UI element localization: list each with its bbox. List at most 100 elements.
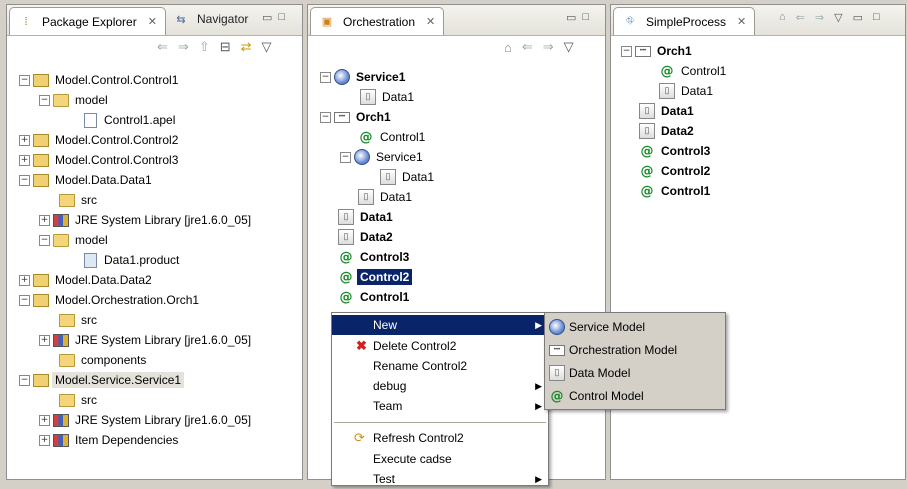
submenu-arrow-icon: ▶ — [535, 319, 542, 330]
expand-icon[interactable]: + — [19, 154, 30, 166]
back-icon[interactable]: ⇐ — [157, 39, 168, 55]
tree-item[interactable]: + Model.Control.Control2 — [19, 130, 181, 150]
forward-icon[interactable]: ⇒ — [815, 11, 824, 24]
home-icon[interactable]: ⌂ — [504, 40, 512, 55]
menu-item-label: Orchestration Model — [569, 343, 678, 357]
menu-item-test[interactable]: Test ▶ — [332, 469, 548, 489]
view-menu-icon[interactable]: ▽ — [564, 39, 574, 55]
expand-icon[interactable]: + — [39, 214, 50, 226]
tree-item[interactable]: + Model.Data.Data2 — [19, 270, 155, 290]
collapse-icon[interactable]: − — [621, 45, 632, 57]
expand-icon[interactable]: + — [39, 334, 50, 346]
tree-item[interactable]: − model — [39, 90, 111, 110]
menu-item-control-model[interactable]: @ Control Model — [545, 385, 725, 407]
expand-icon[interactable]: + — [19, 134, 30, 146]
tree-item[interactable]: ▯ Data2 — [338, 227, 396, 247]
package-explorer-toolbar: ⇐ ⇒ ⇧ ⊟ ⇄ ▽ — [7, 36, 302, 60]
close-icon[interactable]: ✕ — [426, 15, 435, 28]
tree-item[interactable]: ▯ Data1 — [358, 187, 415, 207]
menu-item-execute-cadse[interactable]: Execute cadse — [332, 449, 548, 469]
tree-item-selected[interactable]: − Model.Service.Service1 — [19, 370, 185, 390]
expand-icon[interactable]: + — [39, 414, 50, 426]
collapse-icon[interactable]: − — [39, 94, 50, 106]
tree-item[interactable]: + Item Dependencies — [39, 430, 181, 450]
minimize-icon[interactable]: ▭ — [262, 11, 272, 24]
menu-item-refresh[interactable]: ⟳ Refresh Control2 — [332, 428, 548, 448]
tree-item[interactable]: @ Control3 — [639, 141, 713, 161]
collapse-icon[interactable]: − — [19, 74, 30, 86]
maximize-icon[interactable]: □ — [278, 11, 285, 24]
tree-item[interactable]: − Model.Data.Data1 — [19, 170, 155, 190]
collapse-icon[interactable]: − — [19, 294, 30, 306]
up-icon[interactable]: ⇧ — [199, 39, 210, 55]
tree-item[interactable]: @ Control2 — [639, 161, 713, 181]
menu-item-debug[interactable]: debug ▶ — [332, 376, 548, 396]
tree-item[interactable]: ▯ Data1 — [639, 101, 697, 121]
tree-item[interactable]: ▯ Data1 — [338, 207, 396, 227]
view-menu-icon[interactable]: ▽ — [834, 11, 842, 24]
menu-item-orchestration-model[interactable]: ••• Orchestration Model — [545, 339, 725, 361]
tree-item[interactable]: − Model.Orchestration.Orch1 — [19, 290, 202, 310]
maximize-icon[interactable]: □ — [873, 11, 880, 24]
tree-item[interactable]: ▯ Data1 — [380, 167, 437, 187]
tree-item[interactable]: @ Control1 — [338, 287, 412, 307]
tree-item[interactable]: + JRE System Library [jre1.6.0_05] — [39, 410, 254, 430]
menu-item-data-model[interactable]: ▯ Data Model — [545, 362, 725, 384]
tree-item[interactable]: + JRE System Library [jre1.6.0_05] — [39, 330, 254, 350]
collapse-icon[interactable]: − — [340, 151, 351, 163]
tree-item[interactable]: − model — [39, 230, 111, 250]
link-editor-icon[interactable]: ⇄ — [241, 39, 252, 55]
collapse-icon[interactable]: − — [320, 71, 331, 83]
tree-item[interactable]: @ Control3 — [338, 247, 412, 267]
collapse-icon[interactable]: − — [320, 111, 331, 123]
tree-item[interactable]: @ Control1 — [358, 127, 428, 147]
collapse-icon[interactable]: − — [19, 374, 30, 386]
tree-item[interactable]: src — [59, 310, 100, 330]
tree-item[interactable]: + JRE System Library [jre1.6.0_05] — [39, 210, 254, 230]
menu-item-service-model[interactable]: Service Model — [545, 316, 725, 338]
forward-icon[interactable]: ⇒ — [178, 39, 189, 55]
tree-item[interactable]: src — [59, 190, 100, 210]
tree-item-selected[interactable]: @ Control2 — [338, 267, 413, 287]
tab-orchestration[interactable]: ▣ Orchestration ✕ — [310, 7, 445, 35]
back-icon[interactable]: ⇐ — [522, 39, 533, 55]
control-icon: @ — [640, 163, 654, 179]
tree-item[interactable]: − ••• Orch1 — [320, 107, 394, 127]
tree-item[interactable]: Control1.apel — [82, 110, 178, 130]
tree-item[interactable]: − ••• Orch1 — [621, 41, 695, 61]
tree-item[interactable]: src — [59, 390, 100, 410]
view-menu-icon[interactable]: ▽ — [262, 39, 272, 55]
tree-item[interactable]: − Service1 — [340, 147, 426, 167]
tree-item[interactable]: @ Control1 — [659, 61, 729, 81]
expand-icon[interactable]: + — [39, 434, 50, 446]
menu-item-rename[interactable]: Rename Control2 — [332, 356, 548, 376]
tree-item[interactable]: @ Control1 — [639, 181, 713, 201]
tree-item[interactable]: − Service1 — [320, 67, 408, 87]
tab-simple-process[interactable]: ⛗ SimpleProcess ✕ — [613, 7, 756, 35]
collapse-all-icon[interactable]: ⊟ — [220, 39, 231, 55]
forward-icon[interactable]: ⇒ — [543, 39, 554, 55]
menu-item-delete[interactable]: ✖ Delete Control2 — [332, 336, 548, 356]
close-icon[interactable]: ✕ — [148, 15, 157, 28]
minimize-icon[interactable]: ▭ — [853, 11, 863, 24]
tab-navigator[interactable]: ⇆ Navigator — [165, 7, 256, 31]
tree-item-label: Control1 — [380, 130, 426, 144]
tab-package-explorer[interactable]: ⁞ Package Explorer ✕ — [9, 7, 166, 35]
close-icon[interactable]: ✕ — [737, 15, 746, 28]
minimize-icon[interactable]: ▭ — [566, 11, 576, 24]
maximize-icon[interactable]: □ — [582, 11, 589, 24]
home-icon[interactable]: ⌂ — [779, 11, 786, 24]
collapse-icon[interactable]: − — [19, 174, 30, 186]
tree-item[interactable]: ▯ Data1 — [360, 87, 417, 107]
tree-item[interactable]: − Model.Control.Control1 — [19, 70, 181, 90]
tree-item[interactable]: + Model.Control.Control3 — [19, 150, 181, 170]
tree-item[interactable]: ▯ Data1 — [659, 81, 716, 101]
tree-item[interactable]: ▯ Data2 — [639, 121, 697, 141]
menu-item-new[interactable]: New ▶ — [332, 315, 548, 335]
tree-item[interactable]: components — [59, 350, 149, 370]
expand-icon[interactable]: + — [19, 274, 30, 286]
back-icon[interactable]: ⇐ — [796, 11, 805, 24]
tree-item[interactable]: Data1.product — [82, 250, 182, 270]
collapse-icon[interactable]: − — [39, 234, 50, 246]
menu-item-team[interactable]: Team ▶ — [332, 396, 548, 416]
